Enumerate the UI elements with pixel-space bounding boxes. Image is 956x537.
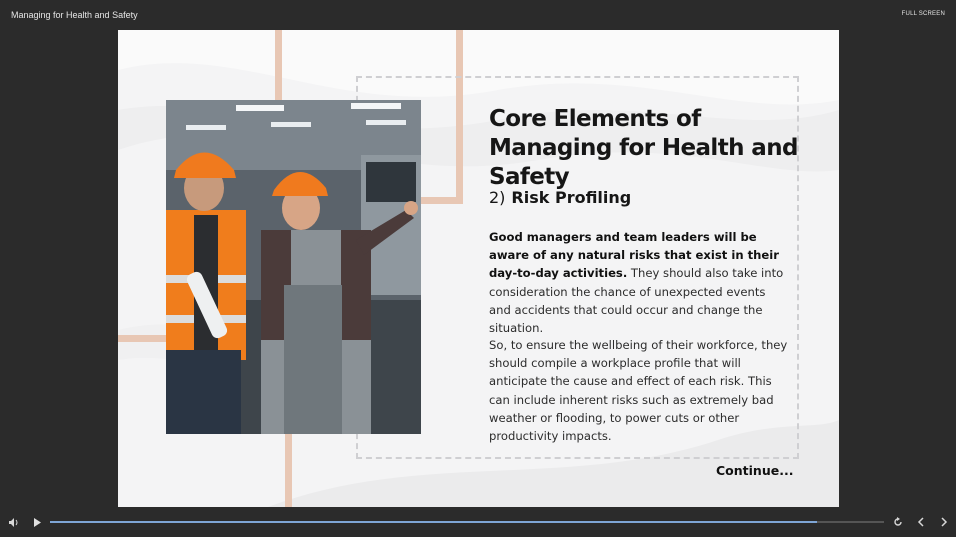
- play-icon[interactable]: [34, 518, 42, 530]
- workers-photo-icon: [166, 100, 421, 434]
- player-topbar: Managing for Health and Safety FULL SCRE…: [0, 0, 956, 30]
- slide-heading: Core Elements of Managing for Health and…: [489, 106, 798, 190]
- slide-canvas: Core Elements of Managing for Health and…: [118, 30, 839, 507]
- workers-photo: [166, 100, 421, 434]
- decor-stripe: [275, 30, 282, 105]
- volume-icon[interactable]: [9, 518, 19, 530]
- progress-fill: [50, 521, 818, 523]
- replay-icon[interactable]: [893, 517, 903, 530]
- paragraph-1: Good managers and team leaders will be a…: [489, 228, 789, 337]
- section-subheading: 2) Risk Profiling: [489, 188, 631, 207]
- paragraph-2: So, to ensure the wellbeing of their wor…: [489, 338, 788, 444]
- fullscreen-button[interactable]: FULL SCREEN: [902, 11, 945, 17]
- next-icon[interactable]: [940, 517, 948, 530]
- section-title: Risk Profiling: [511, 188, 632, 207]
- section-number: 2): [489, 188, 506, 207]
- prev-icon[interactable]: [917, 517, 925, 530]
- decor-stripe: [118, 335, 168, 342]
- progress-bar[interactable]: [50, 521, 884, 523]
- decor-stripe: [285, 432, 292, 507]
- continue-button[interactable]: Continue...: [716, 463, 793, 478]
- course-title: Managing for Health and Safety: [11, 10, 138, 20]
